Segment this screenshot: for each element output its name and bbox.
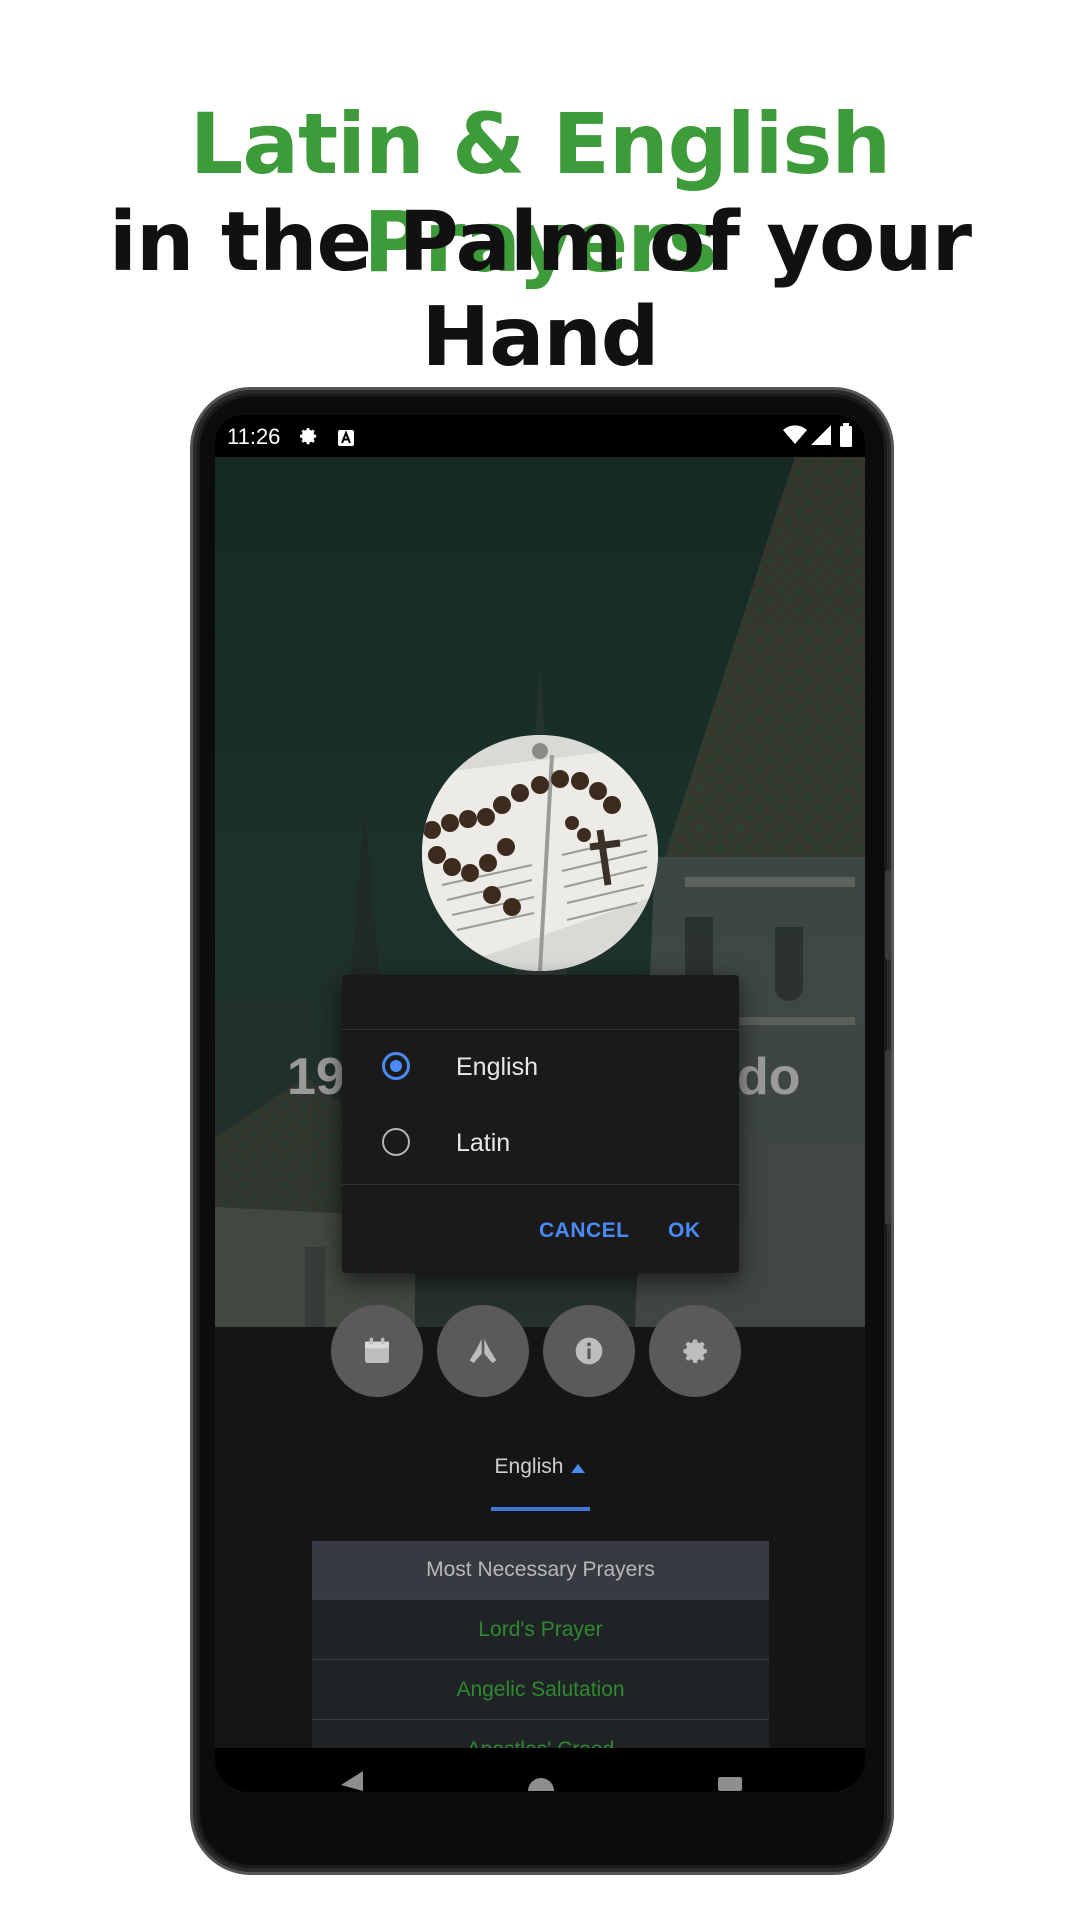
tab-indicator <box>491 1507 590 1511</box>
phone-side-button <box>885 870 891 960</box>
radio-option-english[interactable]: English <box>342 1030 739 1106</box>
settings-button[interactable] <box>649 1305 741 1397</box>
ok-button[interactable]: OK <box>668 1219 701 1243</box>
praying-hands-icon <box>469 1339 497 1363</box>
calendar-icon <box>365 1337 389 1363</box>
info-button[interactable] <box>543 1305 635 1397</box>
list-header: Most Necessary Prayers <box>312 1541 769 1599</box>
info-icon <box>575 1337 603 1365</box>
signal-icon <box>811 425 831 451</box>
radio-button-unselected[interactable] <box>382 1128 410 1156</box>
recents-icon[interactable] <box>718 1771 742 1792</box>
radio-label: Latin <box>456 1129 511 1157</box>
cancel-button[interactable]: CANCEL <box>539 1219 630 1243</box>
calendar-button[interactable] <box>331 1305 423 1397</box>
gear-icon <box>297 425 319 453</box>
caret-up-icon[interactable] <box>571 1464 585 1473</box>
radio-label: English <box>456 1053 538 1081</box>
language-dialog: English Latin CANCEL OK <box>342 975 739 1273</box>
phone-side-button <box>885 1050 891 1225</box>
home-icon[interactable] <box>528 1771 554 1792</box>
list-item[interactable]: Lord's Prayer <box>312 1599 769 1659</box>
rosary-image <box>422 735 658 971</box>
list-item[interactable]: Angelic Salutation <box>312 1659 769 1719</box>
back-icon[interactable] <box>341 1771 365 1792</box>
prayers-button[interactable] <box>437 1305 529 1397</box>
hero-title-left: 19 <box>287 1048 345 1106</box>
language-tab[interactable]: English <box>479 1455 579 1479</box>
settings-icon <box>683 1339 707 1363</box>
a-box-icon <box>337 427 355 453</box>
phone-screen: 11:26 19 do English Latin CANCEL OK Engl… <box>215 415 865 1792</box>
status-bar: 11:26 <box>215 415 865 457</box>
battery-icon <box>840 423 852 453</box>
radio-option-latin[interactable]: Latin <box>342 1106 739 1182</box>
radio-button-selected[interactable] <box>382 1052 410 1080</box>
hero-title-right: do <box>737 1048 801 1106</box>
dialog-divider <box>342 1184 739 1185</box>
wifi-icon <box>783 425 807 451</box>
status-time: 11:26 <box>227 424 281 449</box>
promo-subtitle: in the Palm of your Hand <box>108 195 972 385</box>
